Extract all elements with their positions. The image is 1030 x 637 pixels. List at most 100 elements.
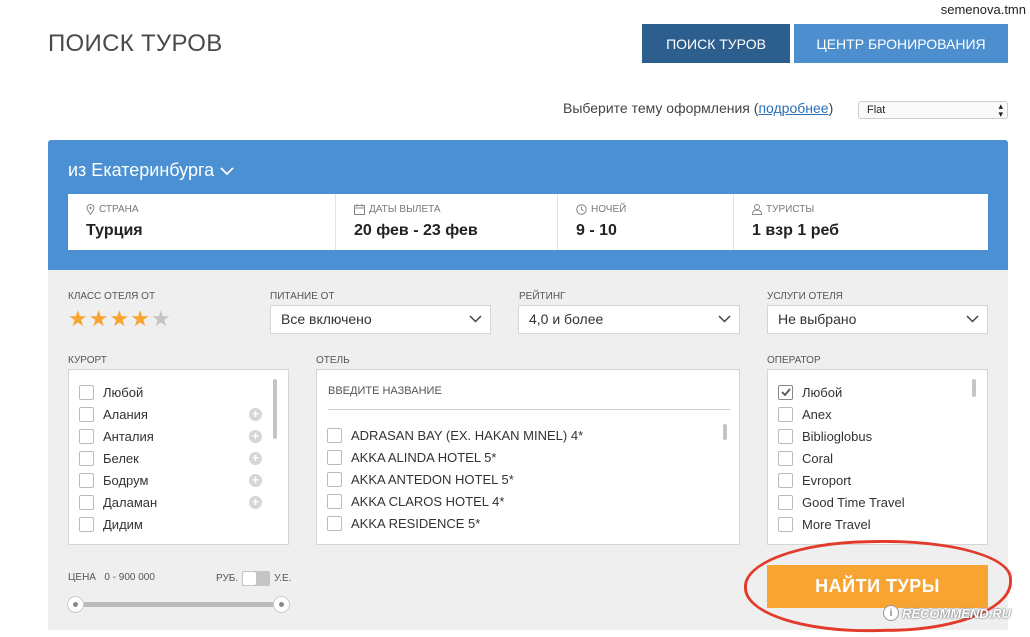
checkbox[interactable]: [79, 516, 94, 532]
checkbox[interactable]: [327, 471, 342, 487]
currency-ue-label: У.Е.: [274, 573, 292, 584]
expand-plus-icon[interactable]: +: [249, 407, 262, 421]
hotel-item[interactable]: ADRASAN BAY (EX. HAKAN MINEL) 4*: [317, 424, 739, 446]
resort-item[interactable]: Дидим: [69, 513, 288, 535]
star-icon[interactable]: ★: [109, 308, 129, 330]
list-item-label: Evroport: [802, 472, 852, 488]
country-value: Турция: [86, 222, 143, 239]
services-dropdown[interactable]: Не выбрано: [767, 305, 988, 334]
expand-plus-icon[interactable]: +: [249, 495, 262, 509]
country-field[interactable]: СТРАНА Турция: [68, 194, 336, 250]
expand-plus-icon[interactable]: +: [249, 473, 262, 487]
recommend-logo-icon: i: [883, 605, 899, 621]
calendar-icon: [354, 204, 365, 215]
expand-plus-icon[interactable]: +: [249, 451, 262, 465]
hotel-item[interactable]: AKKA ANTEDON HOTEL 5*: [317, 468, 739, 490]
nav-search-tours-button[interactable]: ПОИСК ТУРОВ: [642, 24, 790, 63]
checkbox[interactable]: [778, 406, 793, 422]
from-city-dropdown[interactable]: из Екатеринбурга: [68, 160, 234, 181]
dates-label: ДАТЫ ВЫЛЕТА: [369, 204, 441, 215]
price-label: ЦЕНА 0 - 900 000: [68, 572, 155, 583]
star-icon[interactable]: ★: [130, 308, 150, 330]
operator-item[interactable]: More Travel: [768, 513, 987, 535]
list-item-label: AKKA CLAROS HOTEL 4*: [351, 493, 505, 509]
list-item-label: Дидим: [103, 516, 143, 532]
expand-plus-icon[interactable]: +: [249, 429, 262, 443]
price-slider-min-handle[interactable]: [67, 596, 84, 613]
resort-item[interactable]: Любой: [69, 381, 288, 403]
tourists-label: ТУРИСТЫ: [766, 204, 815, 215]
checkbox[interactable]: [327, 427, 342, 443]
nav-booking-center-button[interactable]: ЦЕНТР БРОНИРОВАНИЯ: [794, 24, 1008, 63]
checkbox[interactable]: [79, 406, 94, 422]
meal-dropdown[interactable]: Все включено: [270, 305, 491, 334]
checkbox[interactable]: [778, 450, 793, 466]
resort-label: КУРОРТ: [68, 355, 107, 366]
tourists-field[interactable]: ТУРИСТЫ 1 взр 1 реб: [734, 194, 988, 250]
tourists-value: 1 взр 1 реб: [752, 222, 840, 239]
star-icon[interactable]: ★: [151, 308, 171, 330]
list-item-label: Coral: [802, 450, 834, 466]
services-label: УСЛУГИ ОТЕЛЯ: [767, 291, 843, 302]
operator-item[interactable]: Coral: [768, 447, 987, 469]
operator-list[interactable]: Любой Anex Biblioglobus Coral Evroport Good T…: [767, 369, 988, 545]
resort-item[interactable]: Даламан +: [69, 491, 288, 513]
page-title: ПОИСК ТУРОВ: [48, 30, 223, 57]
resort-item[interactable]: Белек +: [69, 447, 288, 469]
resort-item[interactable]: Бодрум +: [69, 469, 288, 491]
list-item-label: Anex: [802, 406, 832, 422]
checkbox[interactable]: [79, 450, 94, 466]
price-slider-track[interactable]: [76, 602, 282, 607]
checkbox[interactable]: [79, 384, 94, 400]
checkbox[interactable]: [327, 493, 342, 509]
checkbox[interactable]: [79, 428, 94, 444]
checkbox[interactable]: [778, 428, 793, 444]
checkbox[interactable]: [778, 384, 793, 400]
hotel-item[interactable]: AKKA ALINDA HOTEL 5*: [317, 446, 739, 468]
checkbox[interactable]: [778, 516, 793, 532]
operator-item[interactable]: Good Time Travel: [768, 491, 987, 513]
operator-item[interactable]: Biblioglobus: [768, 425, 987, 447]
currency-toggle[interactable]: [242, 571, 271, 586]
checkbox[interactable]: [778, 494, 793, 510]
nights-field[interactable]: НОЧЕЙ 9 - 10: [558, 194, 734, 250]
find-tours-button[interactable]: НАЙТИ ТУРЫ: [767, 565, 988, 608]
operator-scrollbar[interactable]: [972, 379, 976, 397]
search-bar: СТРАНА Турция ДАТЫ ВЫЛЕТА 20 фев - 23 фе…: [68, 194, 988, 250]
checkbox[interactable]: [79, 494, 94, 510]
checkbox[interactable]: [327, 449, 342, 465]
operator-item[interactable]: Anex: [768, 403, 987, 425]
dates-field[interactable]: ДАТЫ ВЫЛЕТА 20 фев - 23 фев: [336, 194, 558, 250]
resort-list[interactable]: Любой Алания + Анталия + Белек + Бодрум + Даламан…: [68, 369, 289, 545]
hotel-search-input[interactable]: ВВЕДИТЕ НАЗВАНИЕ: [328, 380, 730, 410]
star-icon[interactable]: ★: [68, 308, 88, 330]
list-item-label: Бодрум: [103, 472, 149, 488]
list-item-label: AKKA ALINDA HOTEL 5*: [351, 449, 497, 465]
checkbox[interactable]: [778, 472, 793, 488]
hotel-scrollbar[interactable]: [723, 424, 727, 440]
checkbox[interactable]: [79, 472, 94, 488]
operator-item[interactable]: Любой: [768, 381, 987, 403]
theme-more-link[interactable]: подробнее: [758, 100, 828, 116]
services-value: Не выбрано: [778, 311, 857, 327]
hotel-item[interactable]: AKKA CLAROS HOTEL 4*: [317, 490, 739, 512]
hotel-class-stars[interactable]: ★ ★ ★ ★ ★: [68, 308, 171, 330]
hotel-label: ОТЕЛЬ: [316, 355, 350, 366]
country-label: СТРАНА: [99, 204, 139, 215]
resort-item[interactable]: Анталия +: [69, 425, 288, 447]
meal-label: ПИТАНИЕ ОТ: [270, 291, 335, 302]
operator-item[interactable]: Evroport: [768, 469, 987, 491]
resort-item[interactable]: Алания +: [69, 403, 288, 425]
map-pin-icon: [86, 204, 95, 215]
operator-label: ОПЕРАТОР: [767, 355, 821, 366]
checkbox[interactable]: [327, 515, 342, 531]
chevron-down-icon: [220, 167, 234, 176]
star-icon[interactable]: ★: [89, 308, 109, 330]
rating-label: РЕЙТИНГ: [519, 291, 566, 302]
rating-dropdown[interactable]: 4,0 и более: [518, 305, 740, 334]
resort-scrollbar[interactable]: [273, 379, 277, 439]
hotel-item[interactable]: AKKA RESIDENCE 5*: [317, 512, 739, 534]
theme-select[interactable]: Flat ▴ ▾: [858, 101, 1008, 119]
price-slider-max-handle[interactable]: [273, 596, 290, 613]
user-icon: [752, 204, 762, 215]
